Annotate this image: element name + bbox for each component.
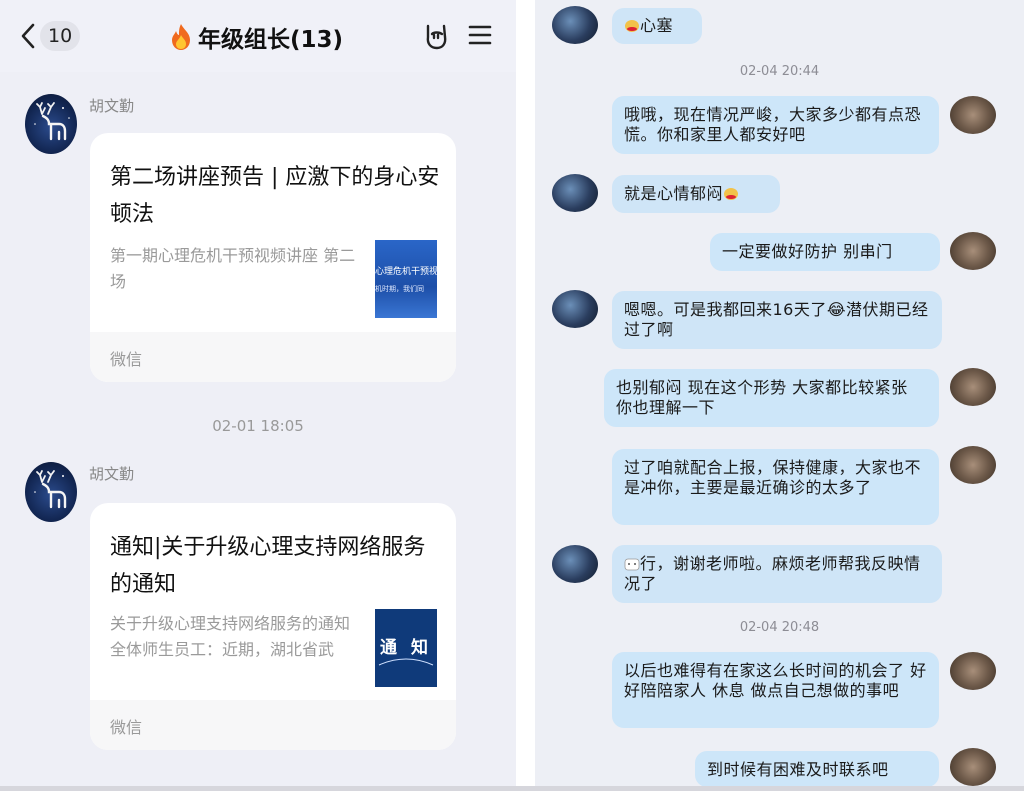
shared-article-card[interactable]: 通知|关于升级心理支持网络服务的通知 关于升级心理支持网络服务的通知 全体师生员…	[90, 503, 456, 750]
sad-face-emoji-icon	[624, 18, 640, 32]
private-chat-panel: 心塞 02-04 20:44 哦哦，现在情况严峻，大家多少都有点恐慌。你和家里人…	[535, 0, 1024, 791]
chat-bubble-outgoing[interactable]: 哦哦，现在情况严峻，大家多少都有点恐慌。你和家里人都安好吧	[612, 96, 939, 154]
my-avatar[interactable]	[950, 446, 996, 484]
shared-article-card[interactable]: 第二场讲座预告 | 应激下的身心安顿法 第一期心理危机干预视频讲座 第二场 心理…	[90, 133, 456, 382]
chat-bubble-incoming[interactable]: 行，谢谢老师啦。麻烦老师帮我反映情况了	[612, 545, 942, 603]
bubble-text: 以后也难得有在家这么长时间的机会了 好好陪陪家人 休息 做点自己想做的事吧	[624, 661, 927, 700]
bubble-text: 哦哦，现在情况严峻，大家多少都有点恐慌。你和家里人都安好吧	[624, 105, 922, 144]
contact-avatar[interactable]	[552, 290, 598, 328]
card-footer: 微信	[90, 700, 456, 750]
contact-avatar[interactable]	[552, 6, 598, 44]
deer-avatar-icon	[34, 102, 70, 141]
card-footer: 微信	[90, 332, 456, 382]
message-timestamp: 02-01 18:05	[212, 417, 304, 435]
chat-bubble-outgoing[interactable]: 过了咱就配合上报，保持健康，大家也不是冲你，主要是最近确诊的太多了	[612, 449, 939, 525]
card-description: 关于升级心理支持网络服务的通知 全体师生员工：近期，湖北省武汉...	[110, 614, 351, 659]
bubble-text: 心塞	[640, 16, 674, 35]
card-source: 微信	[110, 350, 143, 369]
article-thumbnail: 通 知	[375, 609, 437, 687]
sender-name: 胡文勤	[89, 465, 135, 483]
chat-bubble-incoming[interactable]: 嗯嗯。可是我都回来16天了😂潜伏期已经过了啊	[612, 291, 942, 349]
my-avatar[interactable]	[950, 368, 996, 406]
chat-title: 年级组长(13)	[170, 20, 343, 54]
sender-avatar[interactable]	[25, 462, 77, 522]
panel-divider	[516, 0, 535, 791]
thumbnail-curve	[378, 658, 434, 666]
fire-icon	[172, 24, 190, 50]
chat-timestamp: 02-04 20:48	[739, 620, 820, 635]
bubble-text: 过了咱就配合上报，保持健康，大家也不是冲你，主要是最近确诊的太多了	[624, 458, 922, 497]
bubble-text: 嗯嗯。可是我都回来16天了😂潜伏期已经过了啊	[624, 300, 929, 339]
my-avatar[interactable]	[950, 652, 996, 690]
thumbnail-text: 心理危机干预视	[375, 267, 437, 277]
group-chat-panel: 10 年级组长(13) 胡文勤 第二场讲座预告 | 应激下的身心安顿法 第一期心…	[0, 0, 516, 791]
sad-face-emoji-icon	[723, 186, 739, 200]
card-title: 通知|关于升级心理支持网络服务的通知	[110, 535, 426, 597]
article-thumbnail: 心理危机干预视 机时期，我们同	[375, 240, 437, 318]
menu-button[interactable]	[468, 24, 492, 50]
card-title: 第二场讲座预告 | 应激下的身心安顿法	[110, 165, 440, 227]
bubble-text: 行，谢谢老师啦。麻烦老师帮我反映情况了	[624, 554, 921, 593]
bubble-text: 也别郁闷 现在这个形势 大家都比较紧张 你也理解一下	[616, 378, 908, 417]
chat-bubble-outgoing[interactable]: 也别郁闷 现在这个形势 大家都比较紧张 你也理解一下	[604, 369, 939, 427]
thumbnail-subtext: 机时期，我们同	[375, 285, 424, 293]
hand-gesture-button[interactable]	[423, 22, 449, 54]
chat-bubble-incoming[interactable]: 心塞	[612, 8, 702, 44]
chat-header: 10 年级组长(13)	[0, 0, 516, 72]
bubble-text: 到时候有困难及时联系吧	[707, 760, 889, 779]
sender-name: 胡文勤	[89, 97, 135, 115]
cat-face-emoji-icon	[624, 556, 640, 571]
deer-avatar-icon	[34, 470, 67, 509]
hamburger-menu-icon	[468, 25, 492, 45]
my-avatar[interactable]	[950, 96, 996, 134]
chat-timestamp: 02-04 20:44	[739, 64, 820, 79]
chevron-left-icon	[21, 23, 35, 49]
contact-avatar[interactable]	[552, 545, 598, 583]
contact-avatar[interactable]	[552, 174, 598, 212]
chat-bubble-outgoing[interactable]: 到时候有困难及时联系吧	[695, 751, 939, 787]
chat-title-text: 年级组长(13)	[198, 27, 344, 53]
my-avatar[interactable]	[950, 748, 996, 786]
chat-bubble-incoming[interactable]: 就是心情郁闷	[612, 175, 780, 213]
sender-avatar[interactable]	[25, 94, 77, 154]
chat-bubble-outgoing[interactable]: 以后也难得有在家这么长时间的机会了 好好陪陪家人 休息 做点自己想做的事吧	[612, 652, 939, 728]
bubble-text: 一定要做好防护 别串门	[722, 242, 893, 261]
my-avatar[interactable]	[950, 232, 996, 270]
bubble-text: 就是心情郁闷	[624, 184, 724, 203]
rock-hand-icon	[426, 24, 447, 50]
chat-bubble-outgoing[interactable]: 一定要做好防护 别串门	[710, 233, 940, 271]
bottom-border	[0, 786, 1024, 791]
card-description: 第一期心理危机干预视频讲座 第二场	[110, 246, 356, 291]
card-source: 微信	[110, 718, 143, 737]
back-button[interactable]: 10	[20, 18, 81, 54]
unread-count-badge: 10	[40, 21, 81, 51]
